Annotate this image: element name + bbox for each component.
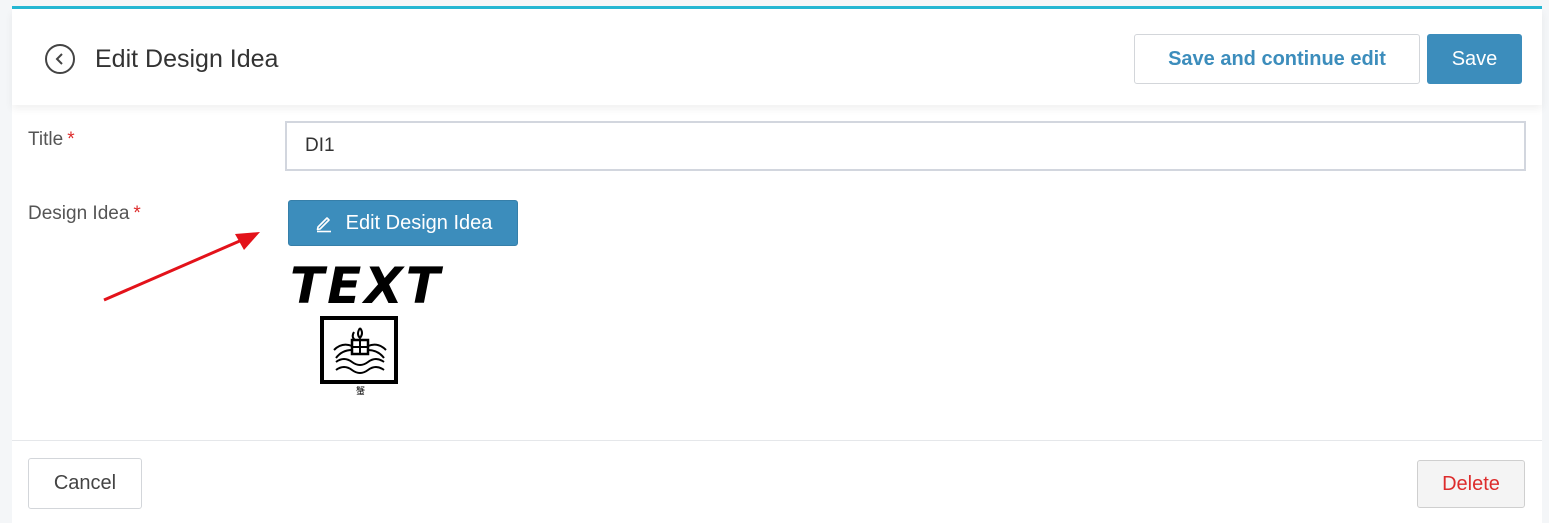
back-arrow-circle-icon	[55, 53, 63, 65]
save-and-continue-button[interactable]: Save and continue edit	[1134, 34, 1420, 84]
design-preview-text: TEXT	[290, 257, 443, 315]
back-button[interactable]	[45, 44, 75, 74]
required-mark: *	[67, 129, 75, 150]
annotation-arrow-icon	[103, 232, 260, 302]
pencil-icon	[316, 217, 331, 233]
save-button[interactable]: Save	[1427, 34, 1522, 84]
title-input[interactable]: DI1	[285, 121, 1526, 171]
title-label: Title *	[28, 129, 75, 151]
edit-design-idea-card: Edit Design Idea Save and continue edit …	[12, 6, 1542, 523]
page-header: Edit Design Idea Save and continue edit …	[12, 9, 1542, 105]
required-mark: *	[133, 203, 141, 224]
seal-caption: 蟹	[356, 385, 365, 396]
edit-design-idea-label: Edit Design Idea	[345, 211, 493, 234]
design-seal-image: 蟹	[320, 316, 398, 396]
design-idea-label-text: Design Idea	[28, 203, 130, 224]
footer-divider	[12, 440, 1542, 441]
cancel-button[interactable]: Cancel	[28, 458, 142, 509]
page-title: Edit Design Idea	[95, 45, 279, 73]
title-label-text: Title	[28, 129, 64, 150]
delete-button[interactable]: Delete	[1417, 460, 1525, 508]
design-idea-label: Design Idea *	[28, 203, 141, 225]
edit-design-idea-button[interactable]: Edit Design Idea	[288, 200, 518, 246]
